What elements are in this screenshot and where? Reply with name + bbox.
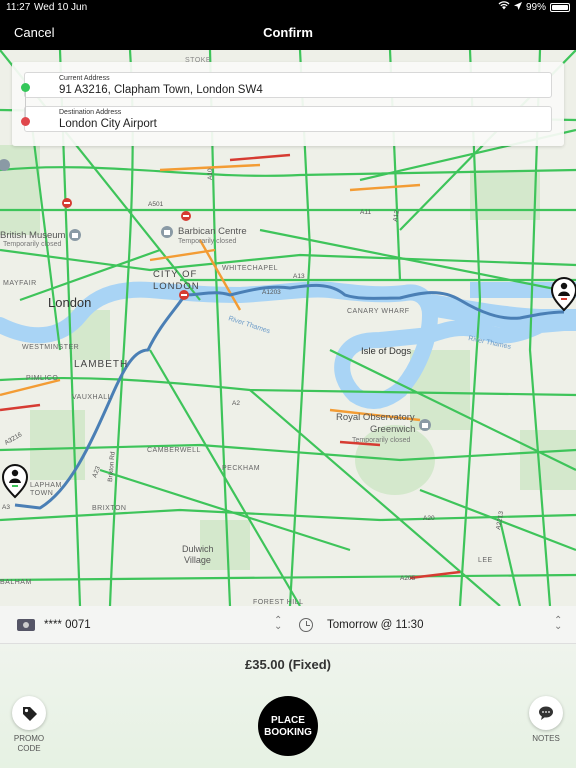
notes-label: NOTES [532, 734, 560, 743]
promo-label-line1: PROMO [13, 734, 45, 743]
address-connector [25, 92, 26, 117]
map-label-a20: A20 [423, 515, 435, 522]
map-label-a3216: A3216 [4, 431, 24, 447]
card-chevron-updown-icon[interactable]: ⌃ ⌄ [274, 616, 282, 632]
promo-code-label: PROMO CODE [0, 734, 58, 754]
map-parks [0, 145, 576, 570]
map-label-royal-observatory: Royal Observatory [336, 412, 415, 423]
destination-address-value: London City Airport [59, 118, 157, 130]
map-label-barbican-closed: Temporarily closed [178, 238, 236, 245]
map-label-balham: BALHAM [0, 579, 32, 586]
map-label-mayfair: MAYFAIR [3, 280, 37, 287]
map-label-whitechapel: WHITECHAPEL [222, 265, 278, 272]
map-label-forest-hill: FOREST HILL [253, 599, 304, 606]
map-label-british-museum: British Museum [0, 230, 66, 241]
address-panel: Current Address 91 A3216, Clapham Town, … [12, 62, 564, 146]
map-label-a501: A501 [148, 201, 164, 208]
map-label-clapham: LAPHAM [30, 482, 62, 489]
dropoff-pin-icon[interactable] [550, 277, 576, 312]
location-arrow-icon [513, 1, 522, 13]
status-time: 11:27 [6, 2, 31, 13]
map-label-a205: A205 [400, 575, 416, 582]
map-label-city-of: CITY OF [153, 269, 197, 280]
map-label-barbican: Barbican Centre [178, 226, 247, 237]
destination-dot-icon [21, 117, 30, 126]
nav-bar: Cancel Confirm [0, 16, 576, 50]
payment-card-selector[interactable]: **** 0071 [44, 619, 91, 631]
map-label-greenwich: Greenwich [370, 424, 415, 435]
map-label-town: TOWN [30, 490, 53, 497]
place-booking-button[interactable]: PLACE BOOKING [258, 696, 318, 756]
fare-price: £35.00 (Fixed) [245, 657, 331, 672]
map-label-isle-of-dogs: Isle of Dogs [361, 346, 411, 357]
barbican-poi-icon [161, 226, 173, 238]
map-label-a12: A12 [392, 209, 401, 222]
booking-sheet: **** 0071 ⌃ ⌄ Tomorrow @ 11:30 ⌃ ⌄ £35.00 … [0, 606, 576, 768]
map-label-a1203: A1203 [262, 289, 281, 296]
map-label-observatory-closed: Temporarily closed [352, 437, 410, 444]
promo-code-button[interactable] [12, 696, 46, 730]
map-label-lambeth: LAMBETH [74, 359, 128, 370]
battery-icon [550, 2, 570, 12]
place-booking-line1: PLACE [271, 715, 305, 726]
current-address-value: 91 A3216, Clapham Town, London SW4 [59, 84, 263, 96]
battery-percent: 99% [525, 1, 546, 13]
pickup-pin-icon[interactable] [1, 464, 29, 499]
credit-card-icon [17, 619, 35, 631]
map-label-a11: A11 [360, 209, 371, 216]
notes-button[interactable] [529, 696, 563, 730]
map-label-a2213: A2213 [495, 510, 505, 530]
destination-address-field[interactable]: Destination Address London City Airport [24, 106, 552, 132]
payment-row: **** 0071 ⌃ ⌄ Tomorrow @ 11:30 ⌃ ⌄ [0, 606, 576, 644]
map-label-canary-wharf: CANARY WHARF [347, 308, 410, 315]
wifi-icon [498, 1, 510, 13]
map-label-peckham: PECKHAM [222, 465, 260, 472]
map-label-vauxhall: VAUXHALL [72, 394, 112, 401]
map-label-city-london: LONDON [153, 281, 200, 292]
map-label-camberwell: CAMBERWELL [147, 447, 201, 454]
map-label-a23: A23 [91, 465, 102, 479]
map-label-a10: A10 [207, 168, 214, 180]
map-label-brixton: BRIXTON [92, 505, 127, 512]
map-label-dulwich: Dulwich [182, 544, 214, 554]
status-bar: 11:27 Wed 10 Jun 99% [0, 0, 576, 16]
no-entry-icon [181, 211, 191, 221]
map-label-pimlico: PIMLICO [26, 375, 58, 382]
speech-bubble-icon [539, 706, 553, 720]
map-label-lee: LEE [478, 557, 493, 564]
map-label-river-thames: River Thames [227, 315, 271, 335]
map-label-a2: A2 [232, 400, 240, 407]
page-title: Confirm [263, 25, 313, 40]
museum-poi-icon [69, 229, 81, 241]
current-address-field[interactable]: Current Address 91 A3216, Clapham Town, … [24, 72, 552, 98]
route-map[interactable]: London CITY OF LONDON LAMBETH British Mu… [0, 50, 576, 606]
map-label-a3: A3 [2, 504, 10, 511]
pickup-time-selector[interactable]: Tomorrow @ 11:30 [327, 619, 423, 631]
promo-label-line2: CODE [17, 744, 41, 753]
pickup-dot-icon [21, 83, 30, 92]
place-booking-line2: BOOKING [264, 727, 312, 738]
map-label-a13: A13 [293, 273, 305, 280]
time-chevron-updown-icon[interactable]: ⌃ ⌄ [554, 616, 562, 632]
status-date: Wed 10 Jun [34, 2, 88, 13]
clock-icon [299, 618, 313, 632]
current-address-label: Current Address [59, 75, 110, 82]
status-right: 99% [498, 1, 570, 13]
observatory-poi-icon [419, 419, 431, 431]
no-entry-icon [62, 198, 72, 208]
map-label-westminster: WESTMINSTER [22, 344, 79, 351]
map-label-london: London [48, 295, 91, 310]
map-label-museum-closed: Temporarily closed [3, 241, 61, 248]
tag-icon [23, 707, 37, 721]
destination-address-label: Destination Address [59, 109, 122, 116]
map-label-village: Village [184, 555, 211, 565]
